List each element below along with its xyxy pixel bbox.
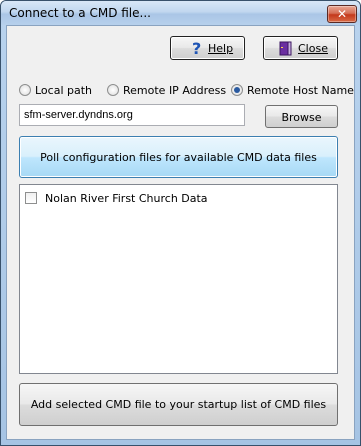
radio-local-path[interactable]: Local path [19,82,92,98]
radio-remote-host-label: Remote Host Name [247,83,354,97]
cmd-file-list[interactable]: Nolan River First Church Data [19,184,338,374]
add-to-startup-button[interactable]: Add selected CMD file to your startup li… [19,383,338,426]
close-button[interactable]: Close [263,36,338,60]
add-to-startup-button-label: Add selected CMD file to your startup li… [30,398,327,411]
radio-local-path-circle[interactable] [19,84,31,96]
browse-button-label: Browse [281,111,322,124]
svg-text:?: ? [192,40,201,56]
window-close-button[interactable]: ✕ [327,5,357,23]
radio-remote-ip[interactable]: Remote IP Address [107,82,226,98]
help-button[interactable]: ? Help [170,36,245,60]
exit-door-icon [279,41,292,56]
radio-local-path-label: Local path [35,83,93,97]
file-checkbox[interactable] [25,192,37,204]
browse-button[interactable]: Browse [265,105,338,128]
radio-remote-ip-circle[interactable] [107,84,119,96]
radio-remote-host[interactable]: Remote Host Name [231,82,354,98]
radio-remote-host-circle[interactable] [231,84,243,96]
question-mark-icon: ? [192,40,201,56]
list-item[interactable]: Nolan River First Church Data [25,191,208,205]
help-button-label: Help [208,42,234,55]
host-name-input[interactable] [19,104,245,126]
file-item-label: Nolan River First Church Data [45,191,208,205]
close-button-label: Close [298,42,328,55]
poll-config-button-label: Poll configuration files for available C… [40,150,317,164]
radio-remote-ip-label: Remote IP Address [123,83,227,97]
radio-selected-dot [234,87,240,93]
poll-config-button[interactable]: Poll configuration files for available C… [19,136,338,178]
window-title: Connect to a CMD file... [9,6,151,20]
title-bar[interactable]: Connect to a CMD file... ✕ [1,1,360,25]
